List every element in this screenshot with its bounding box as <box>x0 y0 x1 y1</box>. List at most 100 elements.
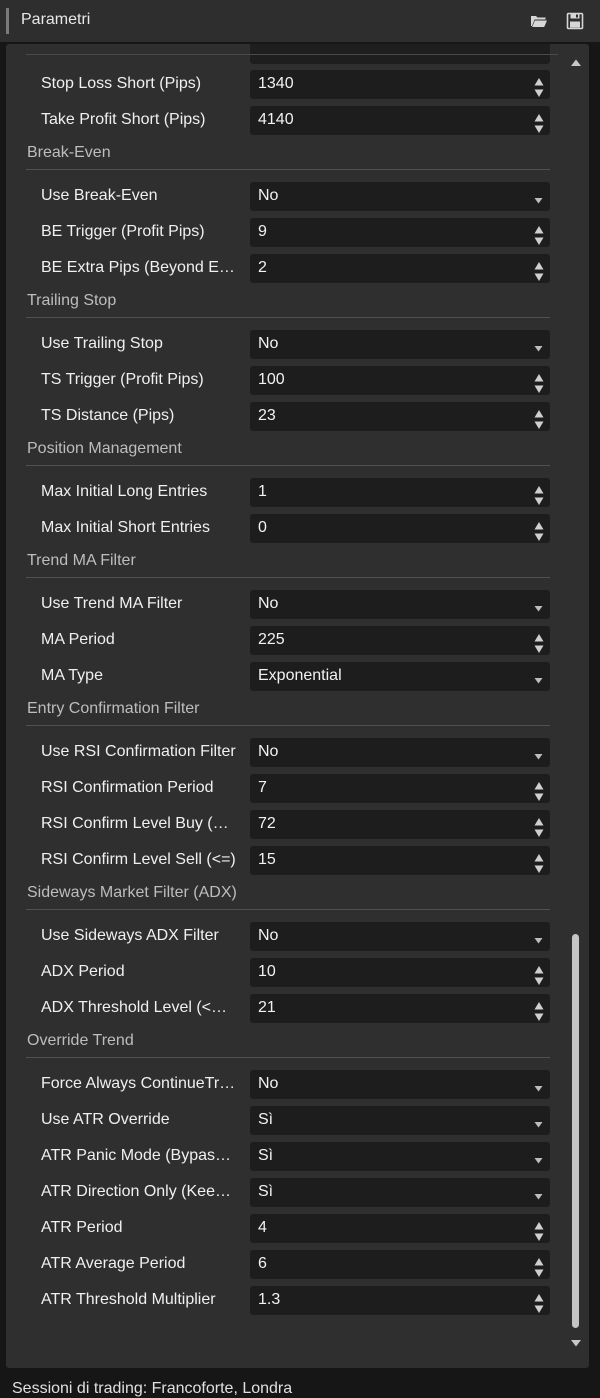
number-spinner[interactable] <box>534 998 544 1021</box>
increment-arrow-icon[interactable] <box>534 1254 544 1266</box>
increment-arrow-icon[interactable] <box>534 518 544 530</box>
number-input[interactable]: 7 <box>250 774 550 803</box>
number-spinner[interactable] <box>534 1218 544 1241</box>
number-input[interactable]: 0 <box>250 514 550 543</box>
number-spinner[interactable] <box>534 258 544 281</box>
chevron-down-icon[interactable] <box>534 1080 543 1092</box>
folder-open-icon[interactable] <box>530 12 548 30</box>
decrement-arrow-icon[interactable] <box>534 121 544 133</box>
section-sideways-market-filter: Sideways Market Filter (ADX) <box>6 878 561 914</box>
number-spinner[interactable] <box>534 110 544 133</box>
decrement-arrow-icon[interactable] <box>534 789 544 801</box>
number-spinner[interactable] <box>534 630 544 653</box>
decrement-arrow-icon[interactable] <box>534 269 544 281</box>
number-spinner[interactable] <box>534 482 544 505</box>
increment-arrow-icon[interactable] <box>534 74 544 86</box>
number-input[interactable]: 21 <box>250 994 550 1023</box>
increment-arrow-icon[interactable] <box>534 370 544 382</box>
number-spinner[interactable] <box>534 370 544 393</box>
scroll-down-arrow-icon[interactable] <box>570 1336 582 1348</box>
chevron-down-icon[interactable] <box>534 340 543 352</box>
increment-arrow-icon[interactable] <box>534 258 544 270</box>
scrollbar-thumb[interactable] <box>572 934 579 1328</box>
increment-arrow-icon[interactable] <box>534 998 544 1010</box>
scroll-up-arrow-icon[interactable] <box>570 56 582 68</box>
number-spinner[interactable] <box>534 406 544 429</box>
increment-arrow-icon[interactable] <box>534 778 544 790</box>
dropdown-select[interactable]: No <box>250 922 550 951</box>
decrement-arrow-icon[interactable] <box>534 1009 544 1021</box>
increment-arrow-icon[interactable] <box>534 110 544 122</box>
decrement-arrow-icon[interactable] <box>534 1265 544 1277</box>
number-input[interactable]: 4140 <box>250 106 550 135</box>
increment-arrow-icon[interactable] <box>534 406 544 418</box>
dropdown-select[interactable]: No <box>250 1070 550 1099</box>
decrement-arrow-icon[interactable] <box>534 85 544 97</box>
dropdown-select[interactable]: Sì <box>250 1106 550 1135</box>
number-input[interactable]: 23 <box>250 402 550 431</box>
number-input[interactable]: 1340 <box>250 70 550 99</box>
number-spinner[interactable] <box>534 850 544 873</box>
dropdown-select[interactable]: No <box>250 738 550 767</box>
number-spinner[interactable] <box>534 74 544 97</box>
decrement-arrow-icon[interactable] <box>534 861 544 873</box>
decrement-arrow-icon[interactable] <box>534 973 544 985</box>
number-input[interactable]: 6 <box>250 1250 550 1279</box>
param-row: Use Trend MA Filter No <box>6 586 561 622</box>
param-label: TS Trigger (Profit Pips) <box>41 371 204 388</box>
chevron-down-icon[interactable] <box>534 1116 543 1128</box>
increment-arrow-icon[interactable] <box>534 814 544 826</box>
decrement-arrow-icon[interactable] <box>534 1301 544 1313</box>
number-input[interactable]: 9 <box>250 218 550 247</box>
increment-arrow-icon[interactable] <box>534 1218 544 1230</box>
number-spinner[interactable] <box>534 518 544 541</box>
increment-arrow-icon[interactable] <box>534 1290 544 1302</box>
number-input[interactable]: 1 <box>250 478 550 507</box>
number-input[interactable]: 1.3 <box>250 1286 550 1315</box>
chevron-down-icon[interactable] <box>534 932 543 944</box>
dropdown-select[interactable]: No <box>250 330 550 359</box>
number-spinner[interactable] <box>534 962 544 985</box>
decrement-arrow-icon[interactable] <box>534 233 544 245</box>
number-spinner[interactable] <box>534 1254 544 1277</box>
number-input[interactable]: 4 <box>250 1214 550 1243</box>
chevron-down-icon[interactable] <box>534 600 543 612</box>
dropdown-select[interactable]: No <box>250 590 550 619</box>
param-label: ATR Threshold Multiplier <box>41 1291 216 1308</box>
decrement-arrow-icon[interactable] <box>534 641 544 653</box>
number-input[interactable]: 15 <box>250 846 550 875</box>
save-icon[interactable] <box>566 12 584 30</box>
number-spinner[interactable] <box>534 1290 544 1313</box>
dropdown-select[interactable]: Exponential <box>250 662 550 691</box>
chevron-down-icon[interactable] <box>534 748 543 760</box>
chevron-down-icon[interactable] <box>534 1188 543 1200</box>
increment-arrow-icon[interactable] <box>534 962 544 974</box>
dropdown-select[interactable]: Sì <box>250 1178 550 1207</box>
number-spinner[interactable] <box>534 814 544 837</box>
number-spinner[interactable] <box>534 222 544 245</box>
number-input[interactable]: 2 <box>250 254 550 283</box>
vertical-scrollbar[interactable] <box>563 44 589 1368</box>
number-spinner[interactable] <box>534 778 544 801</box>
panel-title: Parametri <box>21 11 91 28</box>
number-input[interactable]: 100 <box>250 366 550 395</box>
decrement-arrow-icon[interactable] <box>534 417 544 429</box>
number-input[interactable]: 10 <box>250 958 550 987</box>
increment-arrow-icon[interactable] <box>534 850 544 862</box>
decrement-arrow-icon[interactable] <box>534 1229 544 1241</box>
decrement-arrow-icon[interactable] <box>534 381 544 393</box>
chevron-down-icon[interactable] <box>534 1152 543 1164</box>
decrement-arrow-icon[interactable] <box>534 825 544 837</box>
dropdown-select[interactable]: No <box>250 182 550 211</box>
number-input[interactable]: 72 <box>250 810 550 839</box>
increment-arrow-icon[interactable] <box>534 482 544 494</box>
number-input[interactable]: 225 <box>250 626 550 655</box>
increment-arrow-icon[interactable] <box>534 222 544 234</box>
chevron-down-icon[interactable] <box>534 192 543 204</box>
chevron-down-icon[interactable] <box>534 672 543 684</box>
increment-arrow-icon[interactable] <box>534 630 544 642</box>
decrement-arrow-icon[interactable] <box>534 529 544 541</box>
param-row: Use ATR Override Sì <box>6 1102 561 1138</box>
dropdown-select[interactable]: Sì <box>250 1142 550 1171</box>
decrement-arrow-icon[interactable] <box>534 493 544 505</box>
